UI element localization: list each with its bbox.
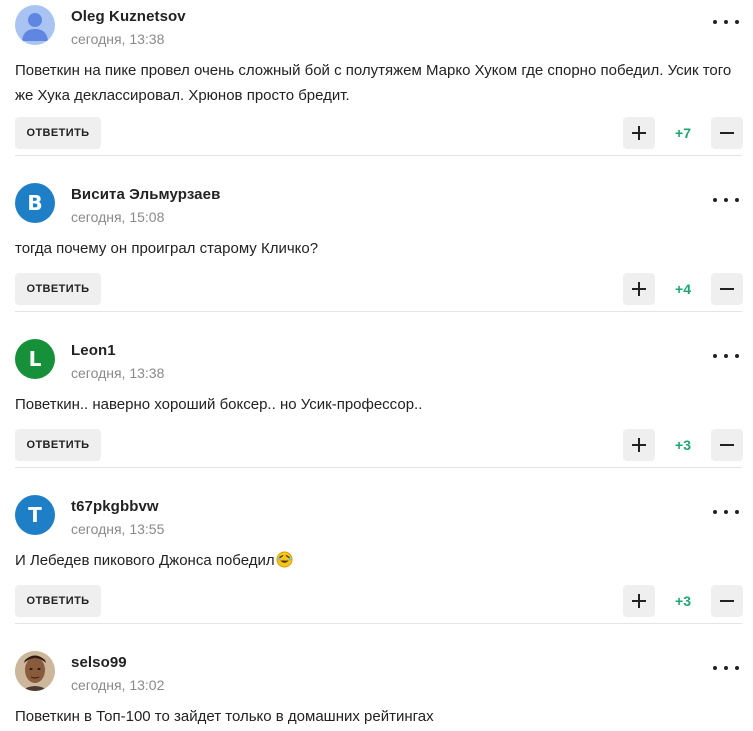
comment-item: L Leon1 сегодня, 13:38 Поветкин.. наверн… <box>0 334 753 490</box>
comment-timestamp: сегодня, 15:08 <box>71 209 165 225</box>
plus-icon <box>632 438 646 452</box>
comment-author[interactable]: Висита Эльмурзаев <box>71 186 220 203</box>
minus-icon <box>720 288 734 290</box>
avatar[interactable] <box>15 651 55 691</box>
avatar-initial: T <box>28 503 42 527</box>
comment-text: И Лебедев пикового Джонса победил <box>15 548 735 573</box>
comment-item: Oleg Kuznetsov сегодня, 13:38 Поветкин н… <box>0 0 753 156</box>
comments-feed: Oleg Kuznetsov сегодня, 13:38 Поветкин н… <box>0 0 753 731</box>
plus-icon <box>632 126 646 140</box>
avatar-initial: В <box>27 191 43 215</box>
upvote-button[interactable] <box>623 117 655 149</box>
minus-icon <box>720 132 734 134</box>
avatar-initial: L <box>28 347 42 371</box>
comment-timestamp: сегодня, 13:55 <box>71 521 165 537</box>
comment-author[interactable]: t67pkgbbvw <box>71 498 159 515</box>
ellipsis-icon <box>713 666 717 670</box>
divider <box>15 623 742 624</box>
default-user-icon <box>22 13 48 41</box>
avatar[interactable]: L <box>15 339 55 379</box>
avatar[interactable]: T <box>15 495 55 535</box>
comment-author[interactable]: Oleg Kuznetsov <box>71 8 186 25</box>
vote-score: +4 <box>675 281 691 297</box>
plus-icon <box>632 594 646 608</box>
avatar[interactable]: В <box>15 183 55 223</box>
comment-timestamp: сегодня, 13:02 <box>71 677 165 693</box>
ellipsis-icon <box>713 198 717 202</box>
comment-author[interactable]: selso99 <box>71 654 127 671</box>
comment-author[interactable]: Leon1 <box>71 342 116 359</box>
upvote-button[interactable] <box>623 273 655 305</box>
vote-score: +3 <box>675 593 691 609</box>
comment-item: В Висита Эльмурзаев сегодня, 15:08 тогда… <box>0 178 753 334</box>
plus-icon <box>632 282 646 296</box>
rolling-on-floor-laughing-emoji <box>276 551 293 568</box>
more-options-button[interactable] <box>713 350 739 362</box>
downvote-button[interactable] <box>711 273 743 305</box>
comment-item: selso99 сегодня, 13:02 Поветкин в Топ-10… <box>0 646 753 731</box>
reply-button[interactable]: ОТВЕТИТЬ <box>15 585 101 617</box>
avatar[interactable] <box>15 5 55 45</box>
upvote-button[interactable] <box>623 429 655 461</box>
more-options-button[interactable] <box>713 194 739 206</box>
comment-text-content: И Лебедев пикового Джонса победил <box>15 552 275 569</box>
vote-score: +3 <box>675 437 691 453</box>
more-options-button[interactable] <box>713 506 739 518</box>
divider <box>15 311 742 312</box>
comment-text: тогда почему он проиграл старому Кличко? <box>15 240 319 257</box>
comment-text: Поветкин на пике провел очень сложный бо… <box>15 62 732 104</box>
comment-text: Поветкин.. наверно хороший боксер.. но У… <box>15 396 423 413</box>
vote-score: +7 <box>675 125 691 141</box>
ellipsis-icon <box>713 354 717 358</box>
more-options-button[interactable] <box>713 16 739 28</box>
downvote-button[interactable] <box>711 429 743 461</box>
downvote-button[interactable] <box>711 117 743 149</box>
divider <box>15 155 742 156</box>
minus-icon <box>720 600 734 602</box>
divider <box>15 467 742 468</box>
downvote-button[interactable] <box>711 585 743 617</box>
reply-button[interactable]: ОТВЕТИТЬ <box>15 429 101 461</box>
ellipsis-icon <box>713 510 717 514</box>
comment-text: Поветкин в Топ-100 то зайдет только в до… <box>15 708 434 725</box>
reply-button[interactable]: ОТВЕТИТЬ <box>15 273 101 305</box>
comment-timestamp: сегодня, 13:38 <box>71 31 165 47</box>
comment-timestamp: сегодня, 13:38 <box>71 365 165 381</box>
minus-icon <box>720 444 734 446</box>
ellipsis-icon <box>713 20 717 24</box>
more-options-button[interactable] <box>713 662 739 674</box>
reply-button[interactable]: ОТВЕТИТЬ <box>15 117 101 149</box>
user-photo <box>15 651 55 691</box>
comment-item: T t67pkgbbvw сегодня, 13:55 И Лебедев пи… <box>0 490 753 646</box>
upvote-button[interactable] <box>623 585 655 617</box>
